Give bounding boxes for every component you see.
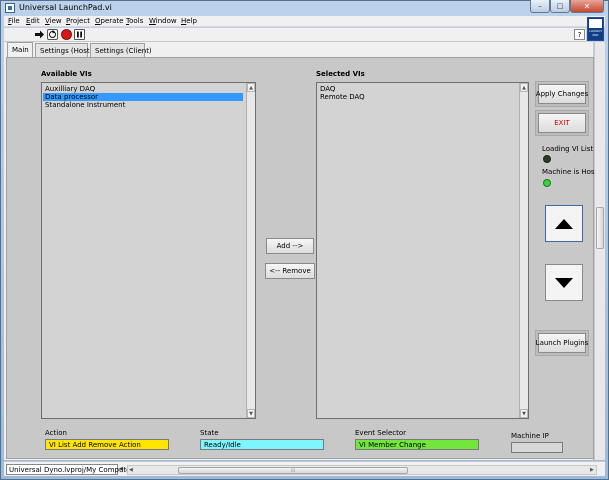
scroll-right-icon[interactable]: ▶ (590, 467, 594, 473)
selected-vis-list[interactable]: DAQ Remote DAQ ▲ ▼ (316, 82, 529, 419)
action-label: Action (45, 429, 67, 437)
tab-settings-client[interactable]: Settings (Client) (90, 43, 152, 57)
status-bar: Universal Dyno.lvproj/My Computer ◀ ◀ ⁞⁞… (4, 461, 605, 476)
launch-plugins-button[interactable]: Launch Plugins (536, 333, 588, 353)
list-item-selected[interactable]: Data processor (43, 93, 243, 101)
title-bar[interactable]: Universal LaunchPad.vi (1, 1, 608, 16)
scroll-left-icon[interactable]: ◀ (129, 467, 133, 473)
loading-led (543, 155, 551, 163)
host-led (543, 179, 551, 187)
menu-project[interactable]: Project (66, 17, 90, 25)
panel-vertical-scrollbar[interactable] (594, 42, 605, 460)
machine-ip-label: Machine IP (511, 432, 549, 440)
menu-operate[interactable]: Operate (95, 17, 123, 25)
menu-bar: File Edit View Project Operate Tools Win… (4, 16, 605, 27)
remove-button[interactable]: <-- Remove (265, 263, 315, 279)
tab-content: Available VIs Auxilliary DAQ Data proces… (6, 57, 598, 459)
scroll-down-icon[interactable]: ▼ (247, 409, 255, 418)
menu-tools[interactable]: Tools (126, 17, 143, 25)
close-button[interactable]: ✕ (570, 0, 604, 13)
selected-vis-label: Selected VIs (316, 70, 365, 78)
window-title: Universal LaunchPad.vi (19, 3, 112, 12)
menu-view[interactable]: View (45, 17, 62, 25)
horizontal-scrollbar[interactable]: ◀ ⁞⁞⁞ ▶ (127, 465, 597, 475)
machine-ip-field (511, 442, 563, 453)
launchpad-logo: LAUNCH PAD (587, 17, 604, 41)
event-selector-indicator: VI Member Change (355, 439, 479, 450)
apply-changes-button[interactable]: Apply Changes (536, 84, 588, 104)
menu-help[interactable]: Help (181, 17, 197, 25)
action-indicator: VI List Add Remove Action (45, 439, 169, 450)
menu-window[interactable]: Window (149, 17, 177, 25)
logo-text: LAUNCH PAD (589, 29, 602, 37)
available-vis-label: Available VIs (41, 70, 92, 78)
run-arrow-icon[interactable] (34, 29, 45, 40)
toolbar: ? (4, 28, 586, 42)
state-label: State (200, 429, 219, 437)
front-panel: Main Settings (Host) Settings (Client) A… (4, 42, 598, 460)
loading-vi-list-label: Loading VI List (542, 145, 594, 153)
project-menu-arrow-icon[interactable]: ◀ (119, 466, 123, 472)
machine-is-host-label: Machine is Host (542, 168, 598, 176)
tab-settings-host[interactable]: Settings (Host) (35, 43, 92, 57)
minimize-button[interactable]: – (530, 0, 550, 13)
up-triangle-icon (555, 218, 573, 229)
vi-icon (5, 3, 15, 13)
tab-main[interactable]: Main (7, 42, 33, 58)
scroll-thumb[interactable] (596, 207, 604, 249)
list-item[interactable]: DAQ (320, 85, 335, 93)
menu-file[interactable]: File (8, 17, 20, 25)
add-button[interactable]: Add --> (266, 238, 314, 254)
list-item[interactable]: Remote DAQ (320, 93, 365, 101)
list-item[interactable]: Standalone Instrument (45, 101, 125, 109)
available-list-scrollbar[interactable]: ▲ ▼ (246, 83, 255, 418)
menu-edit[interactable]: Edit (26, 17, 40, 25)
state-indicator: Ready/Idle (200, 439, 324, 450)
down-triangle-icon (555, 277, 573, 288)
context-help-button[interactable]: ? (574, 29, 585, 40)
list-item[interactable]: Auxilliary DAQ (45, 85, 95, 93)
move-up-button[interactable] (545, 205, 583, 242)
scroll-thumb[interactable]: ⁞⁞⁞ (178, 467, 408, 474)
scroll-up-icon[interactable]: ▲ (520, 83, 528, 92)
project-path[interactable]: Universal Dyno.lvproj/My Computer (6, 464, 133, 475)
abort-icon[interactable] (61, 29, 72, 40)
move-down-button[interactable] (545, 264, 583, 301)
maximize-button[interactable]: □ (550, 0, 570, 13)
pause-icon[interactable] (74, 29, 85, 40)
event-selector-label: Event Selector (355, 429, 407, 437)
scroll-down-icon[interactable]: ▼ (520, 409, 528, 418)
selected-list-scrollbar[interactable]: ▲ ▼ (519, 83, 528, 418)
exit-button[interactable]: EXIT (538, 113, 586, 133)
logo-mark (589, 19, 602, 28)
available-vis-list[interactable]: Auxilliary DAQ Data processor Standalone… (41, 82, 256, 419)
scroll-up-icon[interactable]: ▲ (247, 83, 255, 92)
run-continuously-icon[interactable] (47, 29, 58, 40)
